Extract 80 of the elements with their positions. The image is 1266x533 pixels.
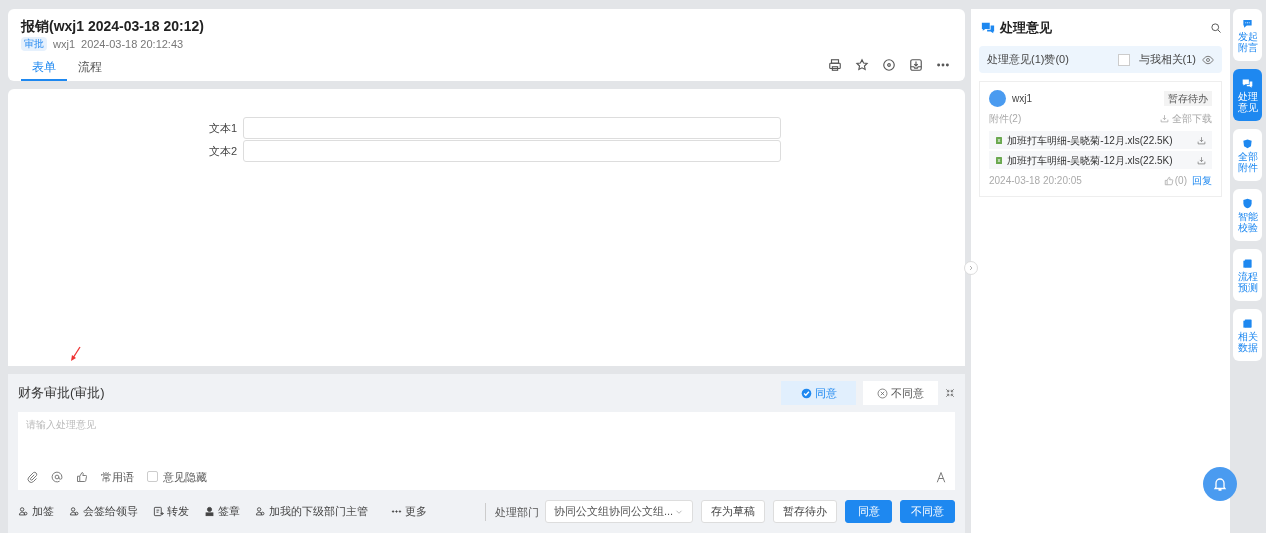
- opinion-count: 处理意见(1)赞(0): [987, 52, 1069, 68]
- people-icon: [69, 506, 80, 517]
- action-button[interactable]: 加我的下级部门主管: [255, 503, 368, 520]
- reply-link[interactable]: 回复: [1192, 173, 1212, 188]
- action-button[interactable]: 存为草稿: [701, 500, 765, 523]
- side-tab[interactable]: 流程预测: [1233, 249, 1262, 301]
- document-icon: [1242, 257, 1253, 269]
- arrow-icon: [70, 346, 82, 362]
- tab[interactable]: 表单: [21, 55, 67, 81]
- people-icon: [18, 506, 29, 517]
- node-title: 财务审批(审批): [18, 384, 105, 403]
- shield-icon: [1242, 197, 1253, 209]
- download-icon: [1160, 114, 1169, 123]
- search-icon[interactable]: [1210, 21, 1222, 34]
- file-name: 加班打车明细-吴晓菊-12月.xls(22.5K): [1007, 153, 1173, 168]
- x-circle-icon: [877, 387, 888, 399]
- people-icon: [255, 506, 266, 517]
- chat-icon: [1242, 77, 1253, 89]
- stamp-icon: [204, 506, 215, 517]
- file-name: 加班打车明细-吴晓菊-12月.xls(22.5K): [1007, 133, 1173, 148]
- document-icon: [1242, 317, 1253, 329]
- status-tag: 审批: [21, 37, 47, 52]
- attachment-icon[interactable]: [26, 470, 38, 483]
- thumbs-up-icon: [1163, 175, 1174, 186]
- action-button[interactable]: 转发: [153, 503, 189, 520]
- department-label: 处理部门: [485, 502, 539, 521]
- common-phrases-button[interactable]: 常用语: [101, 468, 134, 485]
- tab[interactable]: 流程: [67, 55, 113, 81]
- side-tab[interactable]: 智能校验: [1233, 189, 1262, 241]
- checkbox[interactable]: [1117, 53, 1130, 66]
- inbox-icon[interactable]: [909, 58, 923, 72]
- action-button[interactable]: 同意: [845, 500, 892, 523]
- side-tab[interactable]: 处理意见: [1233, 69, 1262, 121]
- field-label: 文本1: [208, 120, 237, 136]
- decision-option[interactable]: 不同意: [863, 381, 938, 405]
- collapse-icon[interactable]: [945, 388, 955, 398]
- attachment-count: 附件(2): [989, 112, 1022, 126]
- download-icon[interactable]: [1197, 135, 1206, 145]
- action-button[interactable]: 签章: [204, 503, 240, 520]
- checkbox-label: 意见隐藏: [163, 469, 207, 485]
- checkbox-label: 与我相关(1): [1138, 52, 1196, 68]
- department-select[interactable]: 协同公文组协同公文组...: [545, 500, 693, 523]
- action-button[interactable]: 会签给领导: [69, 503, 138, 520]
- attachment-row[interactable]: 加班打车明细-吴晓菊-12月.xls(22.5K): [989, 151, 1212, 169]
- chat-icon: [981, 20, 995, 35]
- font-icon[interactable]: [935, 470, 947, 483]
- panel-title: 处理意见: [1000, 18, 1052, 37]
- action-button[interactable]: 不同意: [900, 500, 955, 523]
- attachment-row[interactable]: 加班打车明细-吴晓菊-12月.xls(22.5K): [989, 131, 1212, 149]
- created-time: 2024-03-18 20:12:43: [81, 37, 184, 52]
- document-title: 报销(wxj1 2024-03-18 20:12): [21, 17, 205, 35]
- action-button[interactable]: 暂存待办: [773, 500, 837, 523]
- spreadsheet-icon: [995, 155, 1003, 165]
- download-icon[interactable]: [1197, 155, 1206, 165]
- status-tag: 暂存待办: [1164, 91, 1212, 106]
- star-icon[interactable]: [855, 58, 869, 72]
- checkbox[interactable]: [147, 471, 158, 483]
- side-tab[interactable]: 相关数据: [1233, 309, 1262, 361]
- thumbs-up-icon[interactable]: [76, 470, 88, 483]
- field-label: 文本2: [208, 143, 237, 159]
- mention-icon[interactable]: [51, 470, 63, 483]
- speech-bubble-icon: [1242, 17, 1253, 29]
- target-icon[interactable]: [882, 58, 896, 72]
- forward-icon: [153, 506, 164, 517]
- user-name: wxj1: [53, 37, 75, 52]
- user-name: wxj1: [1012, 92, 1032, 106]
- action-button[interactable]: 加签: [18, 503, 54, 520]
- side-tab[interactable]: 发起附言: [1233, 9, 1262, 61]
- print-icon[interactable]: [828, 58, 842, 72]
- check-circle-icon: [800, 387, 812, 399]
- input-field[interactable]: [243, 140, 781, 162]
- action-button[interactable]: 更多: [391, 503, 427, 520]
- side-tab[interactable]: 全部附件: [1233, 129, 1262, 181]
- expand-handle-icon[interactable]: [964, 261, 978, 275]
- avatar: [989, 90, 1006, 107]
- spreadsheet-icon: [995, 135, 1003, 145]
- input-field[interactable]: [243, 117, 781, 139]
- eye-icon[interactable]: [1202, 53, 1214, 66]
- comment-time: 2024-03-18 20:20:05: [989, 174, 1082, 188]
- shield-icon: [1242, 137, 1253, 149]
